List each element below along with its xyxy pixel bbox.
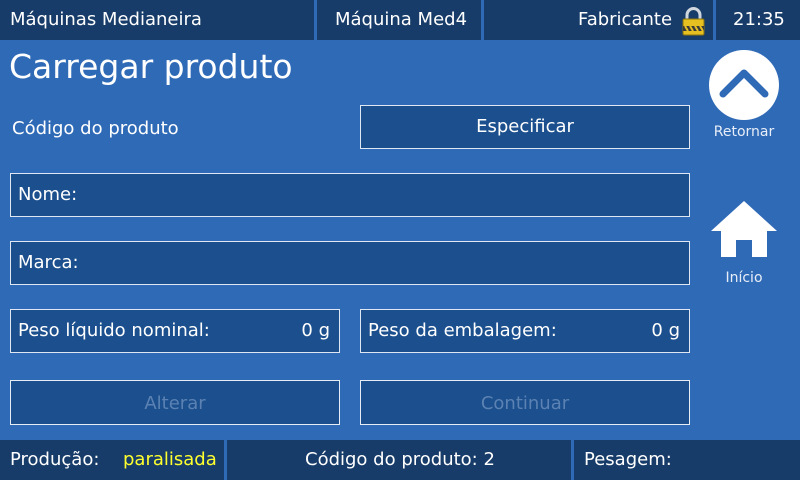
home-button[interactable] xyxy=(709,199,779,259)
home-icon xyxy=(711,201,777,257)
product-code-status: Código do produto: 2 xyxy=(305,449,495,470)
top-status-bar: Máquinas Medianeira Máquina Med4 Fabrica… xyxy=(0,0,800,40)
app-name: Máquinas Medianeira xyxy=(10,9,202,30)
clock: 21:35 xyxy=(733,9,785,30)
package-weight-field[interactable]: Peso da embalagem: 0 g xyxy=(360,309,690,353)
specify-button[interactable]: Especificar xyxy=(360,105,690,149)
package-weight-value: 0 g xyxy=(651,320,680,341)
chevron-up-icon xyxy=(709,50,779,120)
product-code-label: Código do produto xyxy=(12,118,179,139)
bottom-status-bar: Produção: paralisada Código do produto: … xyxy=(0,440,800,480)
production-status: paralisada xyxy=(123,449,217,470)
name-label: Nome: xyxy=(18,184,78,205)
lock-icon[interactable] xyxy=(681,5,706,37)
back-button[interactable] xyxy=(709,50,779,120)
divider xyxy=(481,0,484,40)
home-label: Início xyxy=(725,270,763,286)
net-weight-field[interactable]: Peso líquido nominal: 0 g xyxy=(10,309,340,353)
page-title: Carregar produto xyxy=(9,47,293,86)
divider xyxy=(314,0,317,40)
alter-button[interactable]: Alterar xyxy=(10,380,340,425)
net-weight-label: Peso líquido nominal: xyxy=(18,320,210,341)
back-label: Retornar xyxy=(713,124,775,140)
brand-field[interactable]: Marca: xyxy=(10,241,690,285)
divider xyxy=(571,440,574,480)
name-field[interactable]: Nome: xyxy=(10,173,690,217)
user-role[interactable]: Fabricante xyxy=(578,0,672,40)
production-label: Produção: xyxy=(10,449,100,470)
package-weight-label: Peso da embalagem: xyxy=(368,320,557,341)
continue-button[interactable]: Continuar xyxy=(360,380,690,425)
weighing-label: Pesagem: xyxy=(584,449,672,470)
brand-label: Marca: xyxy=(18,252,79,273)
machine-name: Máquina Med4 xyxy=(335,9,468,30)
divider xyxy=(224,440,227,480)
divider xyxy=(713,0,716,40)
net-weight-value: 0 g xyxy=(301,320,330,341)
